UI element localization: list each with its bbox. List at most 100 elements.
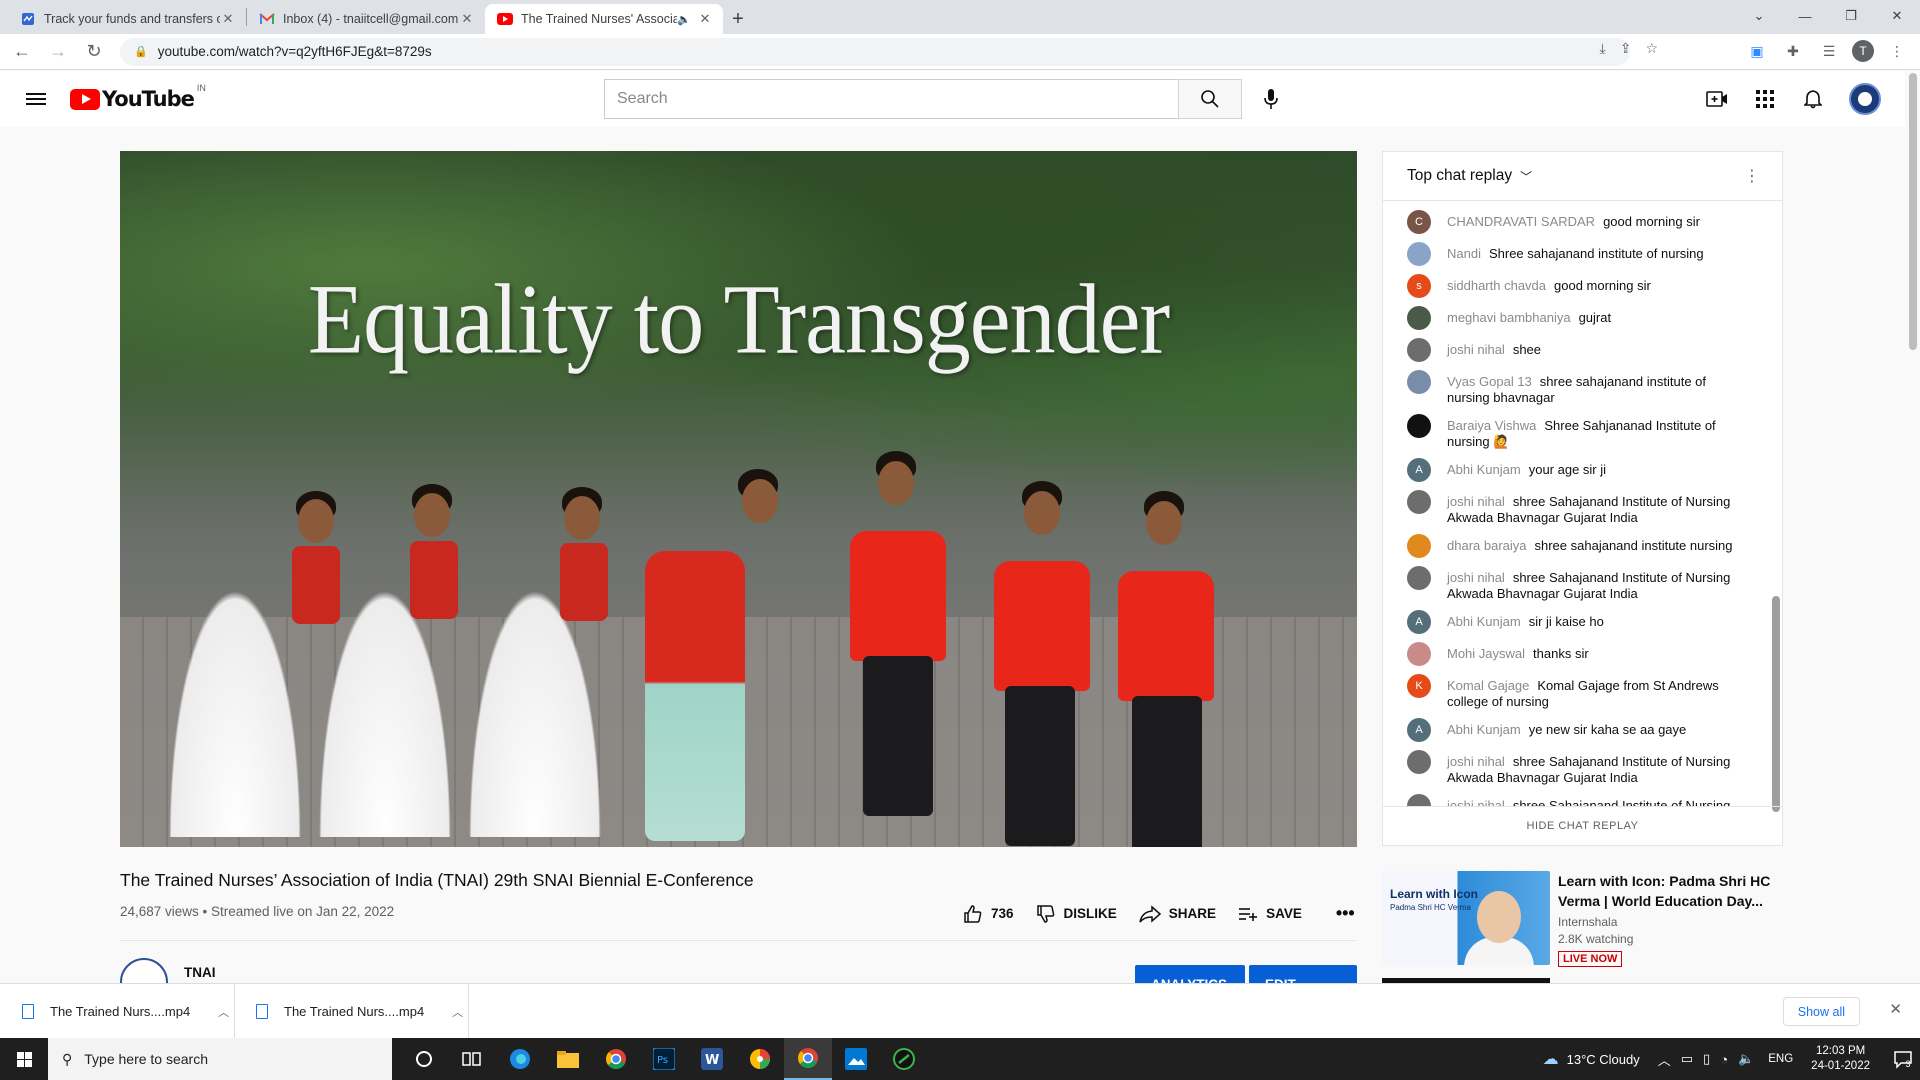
chat-author-name[interactable]: Abhi Kunjam: [1447, 462, 1521, 477]
youtube-logo[interactable]: YouTube IN: [70, 83, 206, 111]
chevron-up-icon[interactable]: ︿: [218, 1004, 229, 1020]
chat-author-name[interactable]: Vyas Gopal 13: [1447, 374, 1532, 389]
back-icon[interactable]: ←: [8, 38, 36, 66]
chat-author-avatar[interactable]: [1407, 566, 1431, 590]
share-button[interactable]: SHARE: [1139, 904, 1216, 923]
chrome-icon[interactable]: [592, 1038, 640, 1080]
chat-author-avatar[interactable]: C: [1407, 210, 1431, 234]
chat-author-avatar[interactable]: [1407, 642, 1431, 666]
new-tab-button[interactable]: +: [723, 4, 753, 34]
chat-author-name[interactable]: CHANDRAVATI SARDAR: [1447, 214, 1595, 229]
chat-message[interactable]: joshi nihal shree Sahajanand Institute of…: [1383, 790, 1772, 807]
chat-scrollbar[interactable]: [1772, 596, 1780, 812]
file-explorer-icon[interactable]: [544, 1038, 592, 1080]
recommended-channel[interactable]: Internshala: [1558, 915, 1617, 929]
hamburger-menu-icon[interactable]: [24, 87, 48, 111]
chat-author-avatar[interactable]: A: [1407, 458, 1431, 482]
show-all-downloads-button[interactable]: Show all: [1782, 997, 1860, 1026]
download-item[interactable]: The Trained Nurs....mp4 ︿: [256, 984, 463, 1039]
chat-author-name[interactable]: joshi nihal: [1447, 342, 1505, 357]
chat-author-name[interactable]: joshi nihal: [1447, 570, 1505, 585]
bookmark-star-icon[interactable]: ☆: [1645, 40, 1658, 57]
more-actions-button[interactable]: •••: [1336, 903, 1355, 924]
photoshop-icon[interactable]: Ps: [640, 1038, 688, 1080]
share-icon[interactable]: ⇪: [1620, 40, 1632, 57]
tab-search-icon[interactable]: ⌄: [1736, 0, 1782, 32]
chat-author-name[interactable]: meghavi bambhaniya: [1447, 310, 1571, 325]
weather-text[interactable]: 13°C Cloudy: [1567, 1052, 1640, 1067]
like-button[interactable]: 736: [963, 904, 1014, 924]
video-thumbnail[interactable]: Learn with Icon Padma Shri HC Verma: [1382, 871, 1550, 965]
chat-message[interactable]: s siddharth chavda good morning sir: [1383, 270, 1772, 302]
clock[interactable]: 12:03 PM 24-01-2022: [1811, 1044, 1870, 1074]
close-icon[interactable]: ✕: [220, 11, 236, 27]
edge-icon[interactable]: [496, 1038, 544, 1080]
notifications-bell-icon[interactable]: [1793, 79, 1833, 119]
chat-mode-dropdown[interactable]: Top chat replay: [1407, 167, 1512, 185]
chat-author-avatar[interactable]: K: [1407, 674, 1431, 698]
wifi-icon[interactable]: ◔: [1720, 1052, 1728, 1067]
battery-icon[interactable]: ▯: [1703, 1051, 1710, 1067]
chat-message-list[interactable]: C CHANDRAVATI SARDAR good morning sir Nandi…: [1383, 202, 1772, 807]
picasa-icon[interactable]: [736, 1038, 784, 1080]
chat-author-name[interactable]: Abhi Kunjam: [1447, 722, 1521, 737]
chat-message[interactable]: joshi nihal shee: [1383, 334, 1772, 366]
channel-name[interactable]: TNAI: [184, 965, 216, 980]
chevron-down-icon[interactable]: ﹀: [1520, 168, 1532, 185]
chat-message[interactable]: A Abhi Kunjam ye new sir kaha se aa gaye: [1383, 714, 1772, 746]
hide-chat-replay-button[interactable]: HIDE CHAT REPLAY: [1383, 806, 1782, 845]
chat-author-avatar[interactable]: s: [1407, 274, 1431, 298]
puzzle-icon[interactable]: ✚: [1780, 38, 1806, 64]
reading-list-icon[interactable]: ☰: [1816, 38, 1842, 64]
chat-message[interactable]: joshi nihal shree Sahajanand Institute of…: [1383, 746, 1772, 790]
download-item[interactable]: The Trained Nurs....mp4 ︿: [22, 984, 229, 1039]
kebab-menu-icon[interactable]: ⋮: [1744, 166, 1760, 186]
chevron-up-icon[interactable]: ︿: [452, 1004, 463, 1020]
close-icon[interactable]: ✕: [1889, 1000, 1902, 1018]
zoom-extension-icon[interactable]: ▣: [1744, 38, 1770, 64]
chat-author-name[interactable]: siddharth chavda: [1447, 278, 1546, 293]
chat-author-name[interactable]: Baraiya Vishwa: [1447, 418, 1536, 433]
close-window-icon[interactable]: ✕: [1874, 0, 1920, 32]
cortana-icon[interactable]: [400, 1038, 448, 1080]
apps-grid-icon[interactable]: [1745, 79, 1785, 119]
dislike-button[interactable]: DISLIKE: [1036, 904, 1117, 924]
save-button[interactable]: SAVE: [1238, 906, 1302, 922]
network-icon[interactable]: ▭: [1681, 1051, 1693, 1067]
chat-message[interactable]: A Abhi Kunjam your age sir ji: [1383, 454, 1772, 486]
word-icon[interactable]: W: [688, 1038, 736, 1080]
media-app-icon[interactable]: [880, 1038, 928, 1080]
chat-message[interactable]: dhara baraiya shree sahajanand institute …: [1383, 530, 1772, 562]
chat-author-name[interactable]: Nandi: [1447, 246, 1481, 261]
address-bar[interactable]: 🔒 youtube.com/watch?v=q2yftH6FJEg&t=8729…: [120, 37, 1630, 66]
close-icon[interactable]: ✕: [697, 11, 713, 27]
chat-message[interactable]: C CHANDRAVATI SARDAR good morning sir: [1383, 206, 1772, 238]
notification-center-icon[interactable]: 3: [1884, 1038, 1920, 1080]
search-button[interactable]: [1178, 79, 1242, 119]
chat-author-avatar[interactable]: [1407, 490, 1431, 514]
lock-icon[interactable]: 🔒: [134, 45, 148, 58]
tab-funds[interactable]: Track your funds and transfers on ✕: [8, 4, 246, 34]
speaker-icon[interactable]: 🔈: [677, 13, 691, 26]
tab-youtube[interactable]: The Trained Nurses' Associati 🔈 ✕: [485, 4, 723, 34]
minimize-icon[interactable]: —: [1782, 0, 1828, 32]
chat-message[interactable]: Nandi Shree sahajanand institute of nursi…: [1383, 238, 1772, 270]
recommended-video[interactable]: Learn with Icon Padma Shri HC Verma Lear…: [1382, 871, 1802, 967]
chat-author-avatar[interactable]: A: [1407, 610, 1431, 634]
chat-author-avatar[interactable]: [1407, 534, 1431, 558]
chat-author-name[interactable]: Mohi Jayswal: [1447, 646, 1525, 661]
language-indicator[interactable]: ENG: [1768, 1053, 1793, 1065]
chat-message[interactable]: Vyas Gopal 13 shree sahajanand institute …: [1383, 366, 1772, 410]
chat-message[interactable]: Baraiya Vishwa Shree Sahjananad Institute…: [1383, 410, 1772, 454]
start-button[interactable]: [0, 1038, 48, 1080]
kebab-menu-icon[interactable]: ⋮: [1884, 38, 1910, 64]
chat-message[interactable]: A Abhi Kunjam sir ji kaise ho: [1383, 606, 1772, 638]
page-scrollbar[interactable]: [1909, 73, 1917, 350]
forward-icon[interactable]: →: [44, 38, 72, 66]
chat-author-name[interactable]: joshi nihal: [1447, 494, 1505, 509]
chat-author-name[interactable]: dhara baraiya: [1447, 538, 1527, 553]
chat-author-avatar[interactable]: A: [1407, 718, 1431, 742]
recommended-title[interactable]: Learn with Icon: Padma Shri HC Verma | W…: [1558, 871, 1798, 911]
search-input[interactable]: Search: [604, 79, 1178, 119]
task-view-icon[interactable]: [448, 1038, 496, 1080]
